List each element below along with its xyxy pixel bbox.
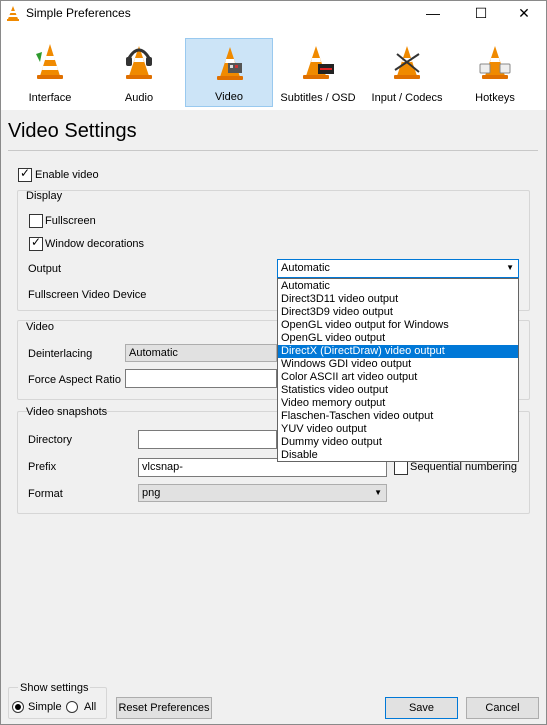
- output-option[interactable]: Flaschen-Taschen video output: [278, 410, 518, 423]
- category-toolbar: Interface Audio Video Subtitles / OSD In…: [1, 26, 546, 110]
- tab-label: Interface: [28, 92, 72, 104]
- title-bar: Simple Preferences — ☐ ✕: [0, 0, 547, 26]
- display-group-title: Display: [26, 190, 63, 202]
- prefix-label: Prefix: [28, 461, 57, 473]
- fullscreen-device-label: Fullscreen Video Device: [28, 289, 147, 301]
- sequential-numbering-label: Sequential numbering: [410, 461, 518, 473]
- enable-video-checkbox[interactable]: [18, 166, 32, 182]
- chevron-down-icon: ▼: [506, 263, 514, 272]
- save-button[interactable]: Save: [385, 697, 458, 719]
- cone-headphones-icon: [126, 46, 152, 79]
- tab-interface[interactable]: Interface: [6, 38, 94, 107]
- tab-audio[interactable]: Audio: [95, 38, 183, 107]
- output-option[interactable]: Video memory output: [278, 397, 518, 410]
- format-select[interactable]: png ▼: [138, 484, 387, 502]
- all-radio-label: All: [84, 701, 97, 713]
- simple-radio[interactable]: [12, 701, 24, 713]
- sequential-numbering-checkbox[interactable]: [394, 461, 408, 475]
- output-option[interactable]: Direct3D9 video output: [278, 306, 518, 319]
- directory-label: Directory: [28, 434, 73, 446]
- output-option[interactable]: Statistics video output: [278, 384, 518, 397]
- cone-hotkeys-icon: [479, 46, 511, 79]
- minimize-button[interactable]: —: [410, 0, 456, 26]
- reset-preferences-button[interactable]: Reset Preferences: [116, 697, 212, 719]
- tab-label: Hotkeys: [475, 92, 515, 104]
- cancel-button[interactable]: Cancel: [466, 697, 539, 719]
- tab-input-codecs[interactable]: Input / Codecs: [363, 38, 451, 107]
- output-select-value: Automatic: [281, 262, 330, 274]
- output-select[interactable]: Automatic ▼: [277, 259, 519, 278]
- cone-input-icon: [394, 46, 420, 79]
- output-dropdown-list: Automatic Direct3D11 video output Direct3D…: [277, 278, 519, 462]
- all-radio[interactable]: [66, 701, 78, 713]
- output-option[interactable]: DirectX (DirectDraw) video output: [278, 345, 518, 358]
- output-option[interactable]: OpenGL video output for Windows: [278, 319, 518, 332]
- tab-hotkeys[interactable]: Hotkeys: [451, 38, 539, 107]
- window-decorations-checkbox[interactable]: [29, 235, 43, 251]
- tab-subtitles-osd[interactable]: Subtitles / OSD: [274, 38, 362, 107]
- video-snapshots-title: Video snapshots: [26, 406, 108, 418]
- window-title: Simple Preferences: [26, 6, 131, 20]
- output-option[interactable]: OpenGL video output: [278, 332, 518, 345]
- vlc-logo-icon: [7, 6, 19, 21]
- output-label: Output: [28, 263, 62, 275]
- output-option[interactable]: YUV video output: [278, 423, 518, 436]
- aspect-ratio-label: Force Aspect Ratio: [28, 374, 121, 386]
- tab-video[interactable]: Video: [185, 38, 273, 107]
- fullscreen-checkbox[interactable]: [29, 214, 43, 228]
- heading-divider: [8, 150, 538, 151]
- output-option[interactable]: Disable: [278, 449, 518, 462]
- tab-label: Input / Codecs: [371, 92, 443, 104]
- window-decorations-label: Window decorations: [45, 238, 145, 250]
- deinterlacing-select-value: Automatic: [129, 347, 178, 359]
- format-label: Format: [28, 488, 63, 500]
- deinterlacing-select[interactable]: Automatic: [125, 344, 277, 362]
- tab-label: Audio: [124, 92, 154, 104]
- output-option[interactable]: Color ASCII art video output: [278, 371, 518, 384]
- maximize-button[interactable]: ☐: [458, 0, 504, 26]
- output-option[interactable]: Direct3D11 video output: [278, 293, 518, 306]
- cone-video-icon: [217, 47, 243, 80]
- tab-label: Subtitles / OSD: [280, 92, 356, 104]
- cone-icon: [36, 44, 63, 79]
- cone-subtitles-icon: [303, 46, 334, 79]
- chevron-down-icon: ▼: [374, 488, 382, 497]
- enable-video-label: Enable video: [35, 169, 99, 181]
- directory-input[interactable]: [138, 430, 277, 449]
- close-button[interactable]: ✕: [501, 0, 547, 26]
- fullscreen-label: Fullscreen: [45, 215, 96, 227]
- page-title: Video Settings: [8, 120, 137, 142]
- video-group-title: Video: [26, 321, 54, 333]
- simple-radio-label: Simple: [28, 701, 62, 713]
- deinterlacing-label: Deinterlacing: [28, 348, 93, 360]
- output-option[interactable]: Dummy video output: [278, 436, 518, 449]
- show-settings-label: Show settings: [18, 682, 91, 694]
- output-option[interactable]: Automatic: [278, 280, 518, 293]
- tab-label: Video: [215, 91, 243, 103]
- output-option[interactable]: Windows GDI video output: [278, 358, 518, 371]
- format-select-value: png: [142, 487, 161, 499]
- aspect-ratio-input[interactable]: [125, 369, 277, 388]
